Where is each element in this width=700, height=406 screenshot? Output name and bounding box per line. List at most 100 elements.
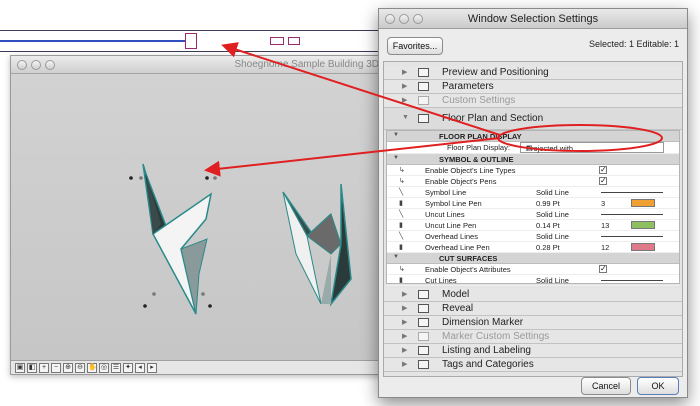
zoom-region-icon[interactable]: ◧ — [27, 362, 37, 373]
floor-plan-display-row: Floor Plan Display: Projected with... ▤ — [387, 142, 679, 154]
window-3d-title: Shoegnome Sample Building 3D — [234, 59, 379, 70]
setting-row: ▮ Overhead Line Pen 0.28 Pt 12 — [387, 242, 679, 253]
next-view-icon[interactable]: ▸ — [147, 362, 157, 373]
window-3d: Shoegnome Sample Building 3D ▣ ◧ + − ⊕ ⊖… — [10, 55, 388, 375]
line-type-icon: ↳ — [399, 167, 405, 174]
settings-panel: ▶ Preview and Positioning ▶ Parameters ▶… — [383, 61, 683, 377]
magnify-out-icon[interactable]: ⊖ — [75, 362, 85, 373]
section-tags-and-categories[interactable]: ▶ Tags and Categories — [384, 358, 682, 372]
pen-icon: ↳ — [399, 178, 405, 185]
group-triangle-icon[interactable]: ▼ — [393, 132, 399, 138]
zoom-button[interactable] — [45, 60, 55, 70]
window-object[interactable] — [282, 183, 352, 307]
symbol-line-icon: ╲ — [399, 189, 404, 196]
setting-row: ↳ Enable Object's Attributes ✓ — [387, 264, 679, 275]
section-listing-and-labeling[interactable]: ▶ Listing and Labeling — [384, 344, 682, 358]
pen-icon: ▮ — [399, 200, 403, 207]
checkbox[interactable]: ✓ — [599, 166, 607, 174]
disclosure-triangle-icon[interactable]: ▶ — [402, 318, 407, 326]
minimize-button[interactable] — [31, 60, 41, 70]
pen-color-swatch[interactable] — [631, 243, 655, 251]
section-floor-plan-and-section[interactable]: ▼ Floor Plan and Section — [384, 108, 682, 130]
section-model[interactable]: ▶ Model — [384, 288, 682, 302]
section-parameters[interactable]: ▶ Parameters — [384, 80, 682, 94]
close-button[interactable] — [17, 60, 27, 70]
disclosure-triangle-icon[interactable]: ▶ — [402, 68, 407, 76]
pen-icon: ▮ — [399, 244, 403, 251]
tags-icon — [418, 360, 429, 369]
floor-plan-display-select[interactable]: Projected with... ▤ — [520, 142, 664, 153]
orbit-icon[interactable]: ◎ — [99, 362, 109, 373]
line-type-preview — [601, 280, 663, 281]
group-triangle-icon[interactable]: ▼ — [393, 254, 399, 260]
checkbox[interactable]: ✓ — [599, 177, 607, 185]
line-type-preview — [601, 192, 663, 193]
disclosure-triangle-icon[interactable]: ▶ — [402, 304, 407, 312]
pan-icon[interactable]: ✋ — [87, 362, 97, 373]
plan-window-mark — [288, 37, 300, 45]
reveal-icon — [418, 304, 429, 313]
listing-icon — [418, 346, 429, 355]
floor-plan-strip — [0, 30, 395, 52]
model-icon — [418, 290, 429, 299]
dialog-title: Window Selection Settings — [467, 13, 599, 25]
overhead-line-icon: ╲ — [399, 233, 404, 240]
disclosure-triangle-icon[interactable]: ▶ — [402, 346, 407, 354]
checkbox[interactable]: ✓ — [599, 265, 607, 273]
fit-view-icon[interactable]: ▣ — [15, 362, 25, 373]
pen-color-swatch[interactable] — [631, 221, 655, 229]
favorites-button[interactable]: Favorites... — [387, 37, 443, 55]
section-marker-custom-settings[interactable]: ▶ Marker Custom Settings — [384, 330, 682, 344]
line-type-preview — [601, 214, 663, 215]
setting-row: ╲ Overhead Lines Solid Line — [387, 231, 679, 242]
setting-row: ╲ Uncut Lines Solid Line — [387, 209, 679, 220]
marker-custom-icon — [418, 332, 429, 341]
group-triangle-icon[interactable]: ▼ — [393, 155, 399, 161]
disclosure-triangle-icon[interactable]: ▶ — [402, 360, 407, 368]
preview-icon — [418, 68, 429, 77]
window-selection-settings-dialog: Window Selection Settings Favorites... S… — [378, 8, 688, 398]
navigation-toolbar: ▣ ◧ + − ⊕ ⊖ ✋ ◎ ☰ ✦ ◂ ▸ — [11, 360, 387, 374]
disclosure-triangle-icon[interactable]: ▶ — [402, 290, 407, 298]
line-type-preview — [601, 236, 663, 237]
plan-line — [0, 40, 185, 42]
walk-icon[interactable]: ☰ — [111, 362, 121, 373]
section-custom-settings[interactable]: ▶ Custom Settings — [384, 94, 682, 108]
3d-model-view — [129, 163, 352, 315]
pen-color-swatch[interactable] — [631, 199, 655, 207]
setting-row: ▮ Cut Lines Solid Line — [387, 275, 679, 286]
cancel-button[interactable]: Cancel — [581, 377, 631, 395]
zoom-in-icon[interactable]: + — [39, 362, 49, 373]
cut-line-icon: ▮ — [399, 277, 403, 284]
3d-canvas[interactable] — [11, 74, 387, 360]
selected-window-object[interactable] — [129, 163, 217, 315]
setting-row: ↳ Enable Object's Pens ✓ — [387, 176, 679, 187]
custom-settings-icon — [418, 96, 429, 105]
setting-row: ↳ Enable Object's Line Types ✓ — [387, 165, 679, 176]
floor-plan-icon — [418, 114, 429, 123]
projection-icon: ▤ — [526, 145, 533, 152]
previous-view-icon[interactable]: ◂ — [135, 362, 145, 373]
floor-plan-settings-table: ▼ FLOOR PLAN DISPLAY Floor Plan Display:… — [386, 130, 680, 286]
group-floor-plan-display[interactable]: ▼ FLOOR PLAN DISPLAY — [387, 131, 679, 142]
group-symbol-outline[interactable]: ▼ SYMBOL & OUTLINE — [387, 154, 679, 165]
magnify-icon[interactable]: ⊕ — [63, 362, 73, 373]
dialog-footer: Cancel OK — [379, 375, 687, 397]
disclosure-triangle-icon[interactable]: ▶ — [402, 332, 407, 340]
section-preview-and-positioning[interactable]: ▶ Preview and Positioning — [384, 66, 682, 80]
pen-icon: ▮ — [399, 222, 403, 229]
disclosure-triangle-icon[interactable]: ▶ — [402, 82, 407, 90]
section-reveal[interactable]: ▶ Reveal — [384, 302, 682, 316]
disclosure-triangle-open-icon[interactable]: ▼ — [402, 114, 409, 121]
zoom-out-icon[interactable]: − — [51, 362, 61, 373]
explore-icon[interactable]: ✦ — [123, 362, 133, 373]
section-dimension-marker[interactable]: ▶ Dimension Marker — [384, 316, 682, 330]
attributes-icon: ↳ — [399, 266, 405, 273]
window-3d-titlebar[interactable]: Shoegnome Sample Building 3D — [11, 56, 387, 74]
dialog-titlebar[interactable]: Window Selection Settings — [379, 9, 687, 29]
setting-row: ╲ Symbol Line Solid Line — [387, 187, 679, 198]
ok-button[interactable]: OK — [637, 377, 679, 395]
disclosure-triangle-icon[interactable]: ▶ — [402, 96, 407, 104]
group-cut-surfaces[interactable]: ▼ CUT SURFACES — [387, 253, 679, 264]
selection-info: Selected: 1 Editable: 1 — [588, 39, 679, 49]
